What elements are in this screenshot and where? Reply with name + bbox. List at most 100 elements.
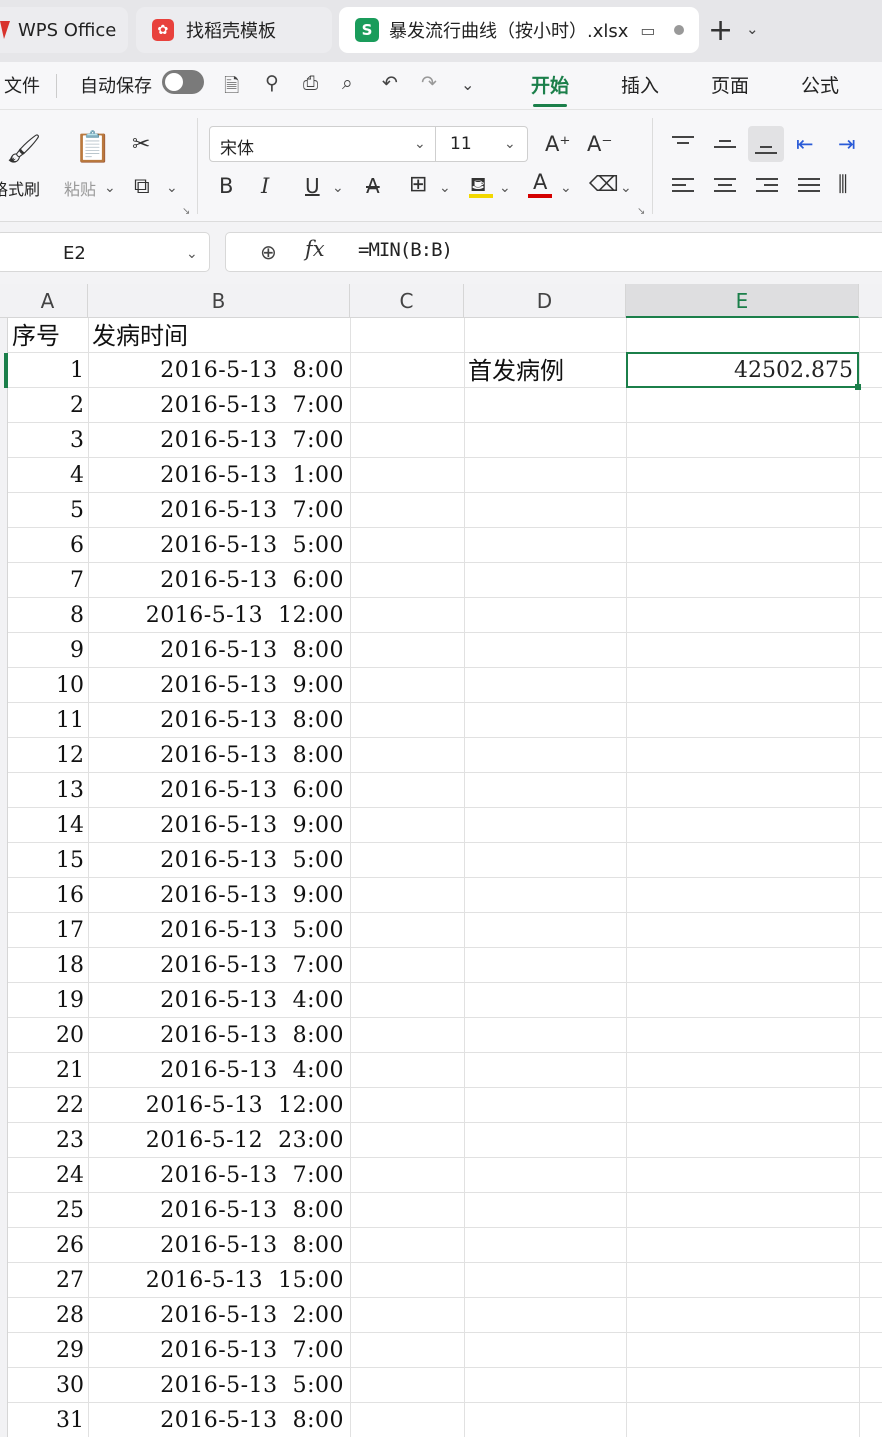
tab-list-chevron-down-icon[interactable]: ⌄ — [746, 20, 759, 38]
align-center-icon[interactable] — [714, 178, 736, 196]
cell-serial-number[interactable]: 24 — [8, 1158, 88, 1193]
cell-b1-header[interactable]: 发病时间 — [88, 318, 350, 353]
copy-chevron-down-icon[interactable]: ⌄ — [166, 180, 178, 196]
align-left-icon[interactable] — [672, 178, 694, 196]
align-top-icon[interactable] — [672, 136, 694, 154]
spreadsheet-grid[interactable]: A B C D E 序号 发病时间 首发病例 42502.875 1 2016-5… — [0, 284, 882, 1437]
cell-onset-time[interactable]: 2016-5-13 7:00 — [88, 1333, 350, 1368]
cell-onset-time[interactable]: 2016-5-13 4:00 — [88, 1053, 350, 1088]
ribbon-tab-home[interactable]: 开始 — [531, 71, 569, 107]
cell-onset-time[interactable]: 2016-5-13 1:00 — [88, 458, 350, 493]
monitor-icon[interactable]: ▭ — [640, 21, 655, 40]
tab-wps-office[interactable]: WPS Office — [0, 7, 128, 53]
cell-onset-time[interactable]: 2016-5-13 12:00 — [88, 598, 350, 633]
cell-serial-number[interactable]: 2 — [8, 388, 88, 423]
cell-e2-selected[interactable]: 42502.875 — [626, 352, 861, 390]
paste-chevron-down-icon[interactable]: ⌄ — [104, 180, 116, 196]
cell-onset-time[interactable]: 2016-5-13 2:00 — [88, 1298, 350, 1333]
cell-serial-number[interactable]: 14 — [8, 808, 88, 843]
cell-serial-number[interactable]: 4 — [8, 458, 88, 493]
font-color-icon[interactable]: A — [533, 170, 547, 194]
cell-onset-time[interactable]: 2016-5-13 7:00 — [88, 493, 350, 528]
formula-text[interactable]: =MIN(B:B) — [358, 239, 453, 261]
cell-onset-time[interactable]: 2016-5-13 8:00 — [88, 633, 350, 668]
name-box-chevron-down-icon[interactable]: ⌄ — [186, 246, 198, 262]
cell-serial-number[interactable]: 19 — [8, 983, 88, 1018]
cell-onset-time[interactable]: 2016-5-12 23:00 — [88, 1123, 350, 1158]
justify-icon[interactable] — [798, 178, 820, 196]
cell-onset-time[interactable]: 2016-5-13 8:00 — [88, 1228, 350, 1263]
decrease-indent-icon[interactable]: ⇤ — [796, 132, 814, 156]
cell-onset-time[interactable]: 2016-5-13 7:00 — [88, 948, 350, 983]
bold-button[interactable]: B — [219, 174, 233, 198]
insert-function-fx-icon[interactable]: fx — [305, 237, 325, 261]
cell-onset-time[interactable]: 2016-5-13 7:00 — [88, 1158, 350, 1193]
cell-serial-number[interactable]: 1 — [8, 353, 88, 388]
file-menu[interactable]: 文件 — [4, 72, 40, 98]
cell-serial-number[interactable]: 18 — [8, 948, 88, 983]
ribbon-tab-insert[interactable]: 插入 — [621, 71, 659, 98]
zoom-magnifier-icon[interactable]: ⊕ — [260, 240, 277, 264]
cell-onset-time[interactable]: 2016-5-13 9:00 — [88, 668, 350, 703]
cell-serial-number[interactable]: 22 — [8, 1088, 88, 1123]
column-header-c[interactable]: C — [350, 284, 464, 318]
font-color-chevron-down-icon[interactable]: ⌄ — [560, 180, 572, 196]
cell-onset-time[interactable]: 2016-5-13 8:00 — [88, 703, 350, 738]
cell-serial-number[interactable]: 13 — [8, 773, 88, 808]
ribbon-tab-page[interactable]: 页面 — [711, 71, 749, 98]
cell-serial-number[interactable]: 7 — [8, 563, 88, 598]
cell-serial-number[interactable]: 26 — [8, 1228, 88, 1263]
autosave-toggle[interactable] — [162, 70, 204, 94]
cell-serial-number[interactable]: 5 — [8, 493, 88, 528]
cell-onset-time[interactable]: 2016-5-13 9:00 — [88, 808, 350, 843]
cell-onset-time[interactable]: 2016-5-13 5:00 — [88, 913, 350, 948]
paste-clipboard-icon[interactable]: 📋 — [74, 130, 111, 165]
align-bottom-icon[interactable] — [755, 138, 777, 156]
font-dialog-launcher-icon[interactable]: ↘ — [637, 206, 645, 217]
row-header-gutter[interactable] — [0, 318, 8, 1437]
cell-serial-number[interactable]: 30 — [8, 1368, 88, 1403]
unsaved-dot-icon[interactable] — [673, 25, 684, 35]
column-header-a[interactable]: A — [8, 284, 88, 318]
cell-onset-time[interactable]: 2016-5-13 5:00 — [88, 528, 350, 563]
align-middle-icon[interactable] — [714, 136, 736, 154]
redo-icon[interactable]: ↷ — [421, 72, 437, 94]
strikethrough-icon[interactable]: A — [366, 174, 380, 198]
tab-active-file[interactable]: S 暴发流行曲线（按小时）.xlsx ▭ — [339, 7, 699, 53]
cell-serial-number[interactable]: 15 — [8, 843, 88, 878]
format-painter-label[interactable]: 格式刷 — [0, 176, 40, 200]
cell-onset-time[interactable]: 2016-5-13 8:00 — [88, 1403, 350, 1437]
cell-onset-time[interactable]: 2016-5-13 5:00 — [88, 1368, 350, 1403]
ribbon-tab-formula[interactable]: 公式 — [801, 71, 839, 98]
cell-onset-time[interactable]: 2016-5-13 8:00 — [88, 1018, 350, 1053]
print-preview-icon[interactable]: ⌕ — [342, 72, 353, 94]
paste-label[interactable]: 粘贴 — [64, 176, 96, 200]
distributed-align-icon[interactable]: ⫼ — [838, 172, 848, 197]
cell-serial-number[interactable]: 10 — [8, 668, 88, 703]
name-box[interactable]: E2 — [0, 232, 210, 272]
fill-color-chevron-down-icon[interactable]: ⌄ — [499, 180, 511, 196]
font-name-chevron-down-icon[interactable]: ⌄ — [414, 136, 426, 152]
cell-serial-number[interactable]: 25 — [8, 1193, 88, 1228]
cell-onset-time[interactable]: 2016-5-13 8:00 — [88, 353, 350, 388]
cell-d2-label[interactable]: 首发病例 — [464, 353, 626, 388]
more-chevron-down-icon[interactable]: ⌄ — [461, 75, 474, 94]
cell-serial-number[interactable]: 11 — [8, 703, 88, 738]
clear-eraser-icon[interactable]: ⌫ — [589, 172, 619, 196]
cell-onset-time[interactable]: 2016-5-13 8:00 — [88, 738, 350, 773]
cell-onset-time[interactable]: 2016-5-13 8:00 — [88, 1193, 350, 1228]
cell-serial-number[interactable]: 8 — [8, 598, 88, 633]
cell-onset-time[interactable]: 2016-5-13 12:00 — [88, 1088, 350, 1123]
save-icon[interactable]: 🗎 — [224, 72, 239, 104]
new-tab-plus-icon[interactable]: + — [708, 13, 733, 48]
shrink-font-icon[interactable]: A⁻ — [587, 132, 612, 156]
borders-icon[interactable]: ⊞ — [409, 172, 427, 197]
cell-serial-number[interactable]: 16 — [8, 878, 88, 913]
cell-serial-number[interactable]: 31 — [8, 1403, 88, 1437]
italic-button[interactable]: I — [261, 174, 269, 198]
cell-serial-number[interactable]: 23 — [8, 1123, 88, 1158]
cell-serial-number[interactable]: 17 — [8, 913, 88, 948]
cell-onset-time[interactable]: 2016-5-13 6:00 — [88, 773, 350, 808]
print-icon[interactable]: ⎙ — [303, 72, 318, 94]
cell-serial-number[interactable]: 20 — [8, 1018, 88, 1053]
